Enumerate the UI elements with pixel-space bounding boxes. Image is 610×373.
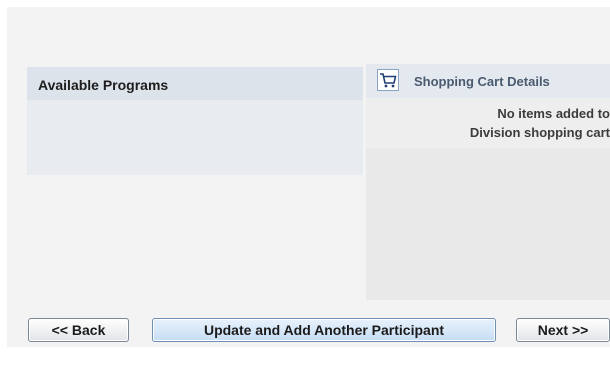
cart-empty-message-detail: Division shopping cart — [469, 125, 610, 140]
back-button[interactable]: << Back — [28, 318, 129, 342]
cart-empty-message: No items added to — [497, 106, 610, 121]
shopping-cart-title: Shopping Cart Details — [414, 74, 550, 89]
shopping-cart-header: Shopping Cart Details — [366, 64, 610, 98]
available-programs-header: Available Programs — [27, 67, 363, 100]
next-button[interactable]: Next >> — [516, 318, 610, 342]
available-programs-title: Available Programs — [38, 77, 169, 93]
available-programs-section: Available Programs — [27, 67, 363, 175]
shopping-cart-icon — [377, 69, 399, 91]
update-add-participant-button[interactable]: Update and Add Another Participant — [152, 318, 496, 342]
shopping-cart-section: Shopping Cart Details No items added to … — [366, 64, 610, 300]
